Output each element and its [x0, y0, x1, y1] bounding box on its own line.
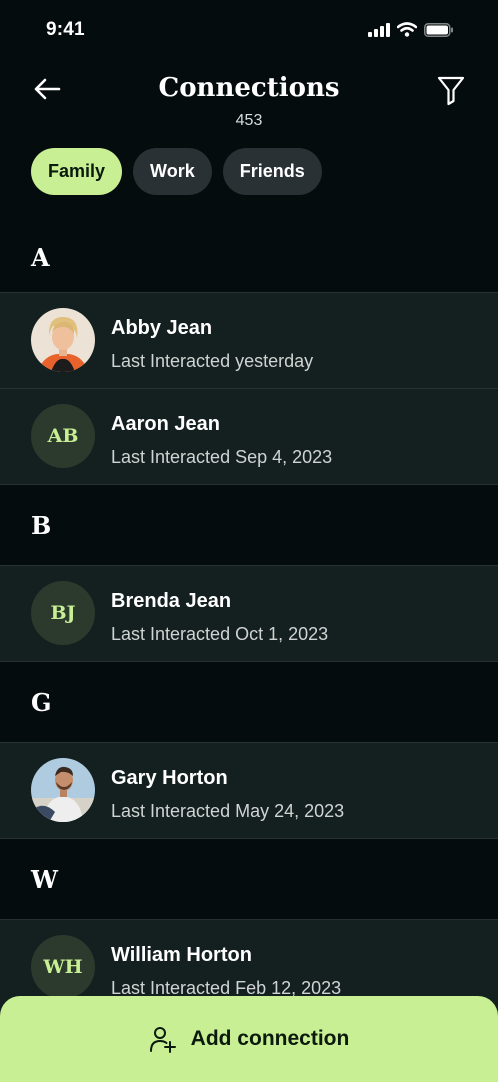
- contact-name: William Horton: [111, 944, 252, 966]
- contact-row-aaron-jean[interactable]: AB Aaron Jean Last Interacted Sep 4, 202…: [0, 388, 498, 485]
- last-interacted: Last Interacted Sep 4, 2023: [111, 447, 333, 467]
- avatar-initials: WH: [31, 935, 95, 999]
- connection-list: A Abby Jean Last Interacted yesterday AB…: [0, 222, 498, 1015]
- contact-name: Aaron Jean: [111, 413, 220, 435]
- connection-count: 453: [235, 112, 263, 129]
- contact-row-gary-horton[interactable]: Gary Horton Last Interacted May 24, 2023: [0, 742, 498, 839]
- status-time: 9:41: [46, 19, 85, 40]
- add-connection-button[interactable]: Add connection: [0, 996, 498, 1082]
- add-user-icon: [149, 1027, 176, 1053]
- last-interacted: Last Interacted May 24, 2023: [111, 801, 345, 821]
- status-bar: 9:41: [0, 0, 498, 60]
- section-header-w: W: [31, 864, 58, 894]
- section-header-a: A: [31, 242, 50, 272]
- page-title: Connections: [158, 73, 340, 103]
- signal-icon: [368, 22, 390, 37]
- add-connection-label: Add connection: [190, 1027, 350, 1050]
- status-icons: [368, 22, 454, 37]
- tab-family[interactable]: Family: [31, 148, 123, 195]
- filter-button[interactable]: [436, 74, 466, 108]
- avatar-initials: AB: [31, 404, 95, 468]
- avatar-initials: BJ: [31, 581, 95, 645]
- wifi-icon: [397, 22, 417, 37]
- filter-icon: [437, 76, 465, 106]
- avatar: [31, 758, 95, 822]
- contact-row-abby-jean[interactable]: Abby Jean Last Interacted yesterday: [0, 292, 498, 388]
- section-header-b: B: [31, 510, 52, 540]
- battery-icon: [424, 22, 453, 37]
- header: Connections 453: [0, 60, 498, 140]
- contact-name: Gary Horton: [111, 767, 228, 789]
- section-header-g: G: [31, 687, 52, 717]
- profile-photo-icon: [31, 758, 95, 822]
- tab-work[interactable]: Work: [133, 148, 212, 195]
- category-tabs: Family Work Friends: [31, 148, 322, 195]
- avatar: [31, 308, 95, 372]
- contact-row-brenda-jean[interactable]: BJ Brenda Jean Last Interacted Oct 1, 20…: [0, 565, 498, 662]
- tab-friends[interactable]: Friends: [222, 148, 322, 195]
- last-interacted: Last Interacted Oct 1, 2023: [111, 624, 329, 644]
- profile-photo-icon: [31, 308, 95, 372]
- last-interacted: Last Interacted yesterday: [111, 351, 314, 371]
- contact-name: Abby Jean: [111, 317, 213, 339]
- contact-name: Brenda Jean: [111, 590, 232, 612]
